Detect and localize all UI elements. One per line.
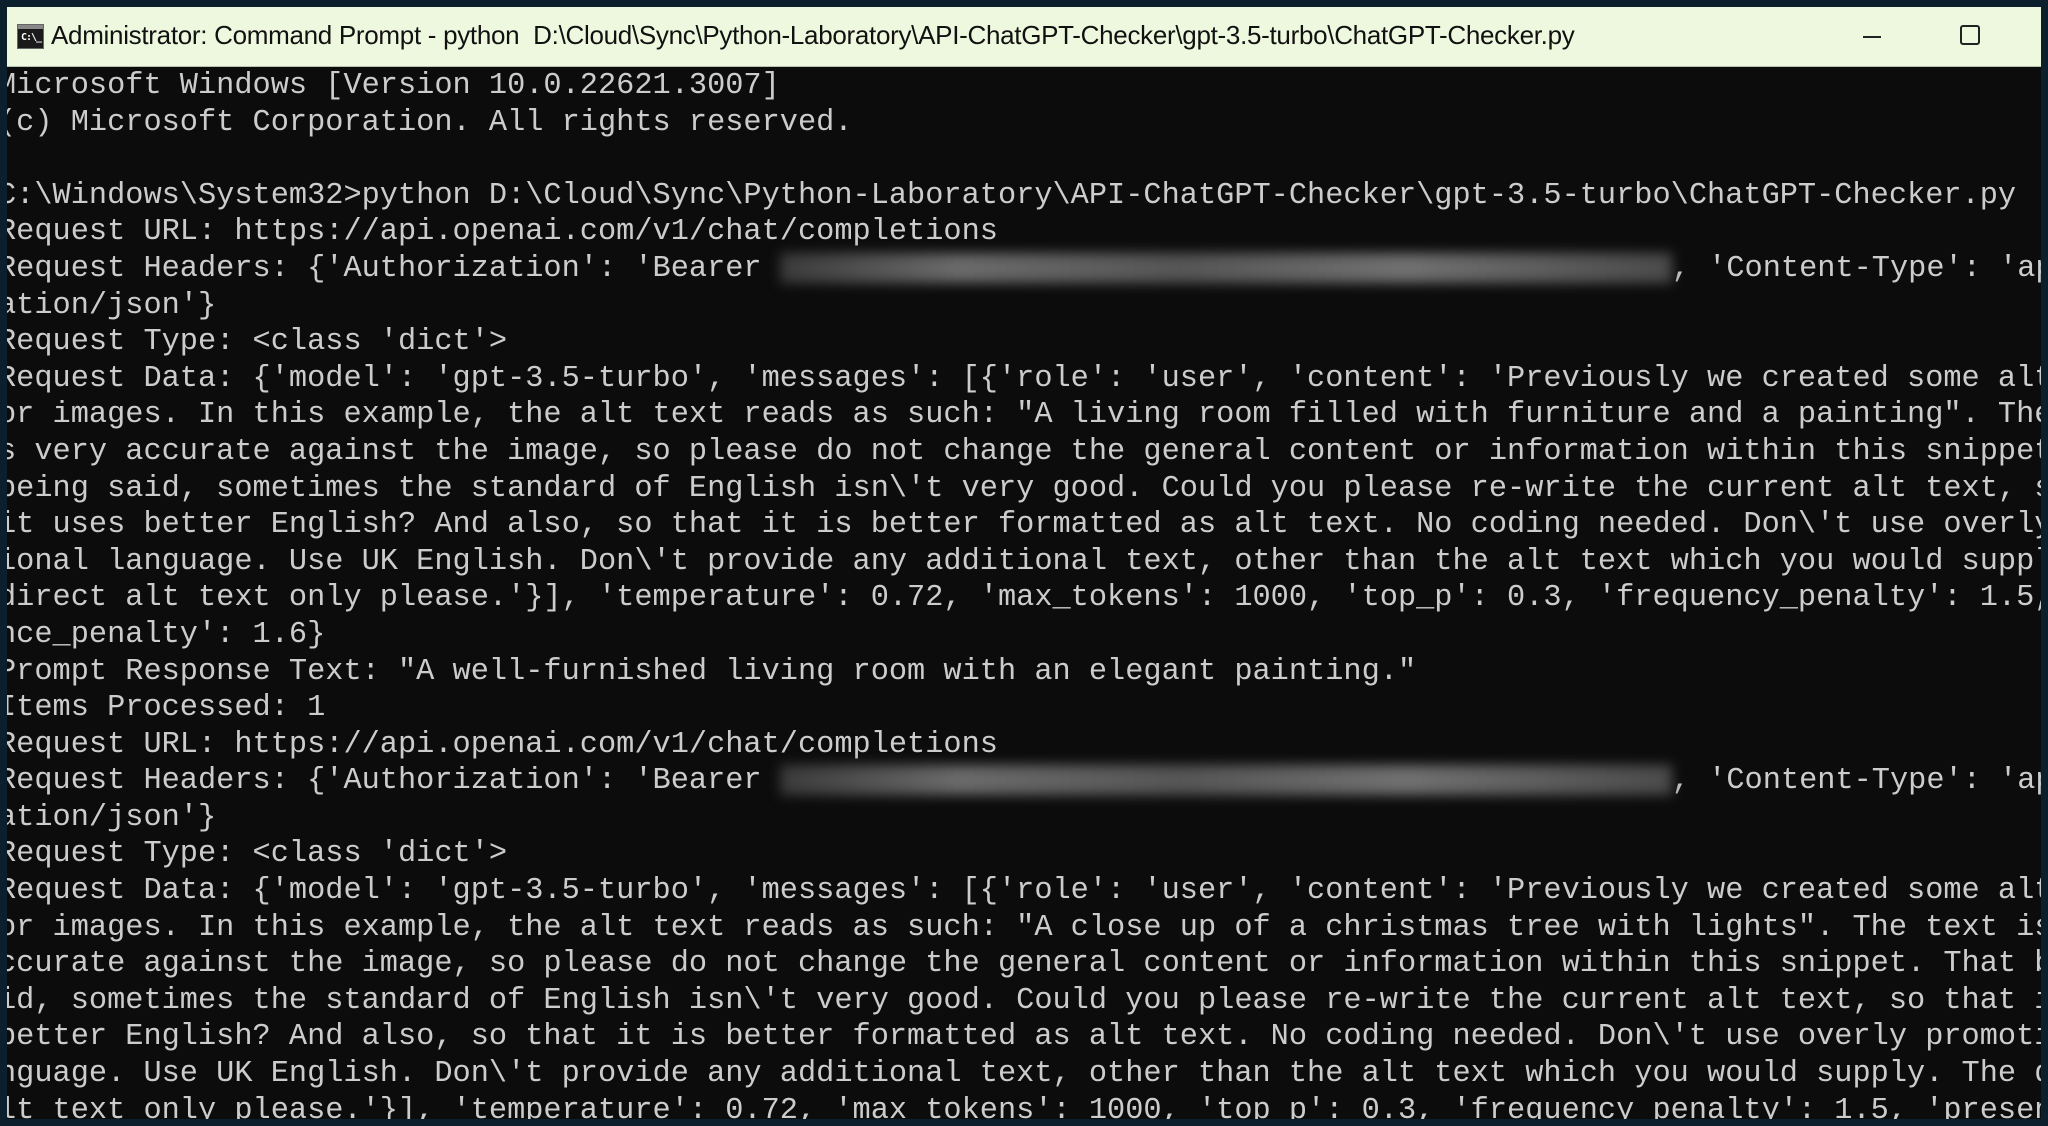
console-line-text: s very accurate against the image, so pl… (7, 434, 2041, 469)
console-line-text: lt text only please.'}], 'temperature': … (7, 1093, 2041, 1119)
console-line-text: ation/json'} (7, 288, 217, 323)
console-line: nguage. Use UK English. Don\'t provide a… (7, 1056, 2041, 1093)
console-line-text: direct alt text only please.'}], 'temper… (7, 581, 2041, 616)
command-prompt-window: C:\_ Administrator: Command Prompt - pyt… (7, 7, 2041, 1119)
console-line-text: it uses better English? And also, so tha… (7, 508, 2041, 543)
maximize-button[interactable] (1935, 7, 2015, 66)
console-line-text: nguage. Use UK English. Don\'t provide a… (7, 1057, 2041, 1092)
console-line: or images. In this example, the alt text… (7, 910, 2041, 947)
console-line: s very accurate against the image, so pl… (7, 434, 2041, 471)
console-line: Request Data: {'model': 'gpt-3.5-turbo',… (7, 873, 2041, 910)
console-line-text: Items Processed: 1 (7, 691, 326, 726)
console-line-text: Request Data: {'model': 'gpt-3.5-turbo',… (7, 874, 2041, 909)
console-line: Request Data: {'model': 'gpt-3.5-turbo',… (7, 361, 2041, 398)
console-line: it uses better English? And also, so tha… (7, 507, 2041, 544)
console-line: Request URL: https://api.openai.com/v1/c… (7, 727, 2041, 764)
console-line: ccurate against the image, so please do … (7, 946, 2041, 983)
console-line: nce_penalty': 1.6} (7, 617, 2041, 654)
console-output[interactable]: Microsoft Windows [Version 10.0.22621.30… (7, 68, 2041, 1119)
console-line: being said, sometimes the standard of En… (7, 471, 2041, 508)
console-line: Prompt Response Text: "A well-furnished … (7, 654, 2041, 691)
console-line: Request Type: <class 'dict'> (7, 324, 2041, 361)
console-line: ation/json'} (7, 800, 2041, 837)
redacted-api-key (779, 765, 1672, 796)
console-line: Request Headers: {'Authorization': 'Bear… (7, 251, 2041, 288)
title-bar[interactable]: C:\_ Administrator: Command Prompt - pyt… (7, 7, 2041, 67)
command-prompt-icon[interactable]: C:\_ (17, 24, 44, 49)
console-line: C:\Windows\System32>python D:\Cloud\Sync… (7, 178, 2041, 215)
console-line: (c) Microsoft Corporation. All rights re… (7, 105, 2041, 142)
console-line: Request Headers: {'Authorization': 'Bear… (7, 763, 2041, 800)
console-line: Request Type: <class 'dict'> (7, 836, 2041, 873)
console-line-text: Request Data: {'model': 'gpt-3.5-turbo',… (7, 361, 2041, 396)
console-line: or images. In this example, the alt text… (7, 397, 2041, 434)
console-line-text: (c) Microsoft Corporation. All rights re… (7, 105, 853, 140)
console-line: better English? And also, so that it is … (7, 1019, 2041, 1056)
console-line-text: Request URL: https://api.openai.com/v1/c… (7, 727, 998, 762)
console-line-text: id, sometimes the standard of English is… (7, 983, 2041, 1018)
console-line-text: or images. In this example, the alt text… (7, 398, 2041, 433)
console-line: Microsoft Windows [Version 10.0.22621.30… (7, 68, 2041, 105)
console-line-text: being said, sometimes the standard of En… (7, 471, 2041, 506)
console-line-text: Request Type: <class 'dict'> (7, 837, 508, 872)
console-line-text: Request URL: https://api.openai.com/v1/c… (7, 215, 998, 250)
console-line: Items Processed: 1 (7, 690, 2041, 727)
console-line: id, sometimes the standard of English is… (7, 983, 2041, 1020)
console-line-text: Request Type: <class 'dict'> (7, 325, 508, 360)
console-line: lt text only please.'}], 'temperature': … (7, 1093, 2041, 1119)
console-line-text: ation/json'} (7, 800, 217, 835)
console-line: Request URL: https://api.openai.com/v1/c… (7, 214, 2041, 251)
console-line: direct alt text only please.'}], 'temper… (7, 580, 2041, 617)
console-line-text: better English? And also, so that it is … (7, 1020, 2041, 1055)
console-line-text-after: , 'Content-Type': 'app (1671, 251, 2041, 286)
console-line-text: C:\Windows\System32>python D:\Cloud\Sync… (7, 178, 2017, 213)
console-line-text: or images. In this example, the alt text… (7, 910, 2041, 945)
minimize-button[interactable] (1837, 7, 1907, 66)
console-line: ation/json'} (7, 288, 2041, 325)
console-line-text: Microsoft Windows [Version 10.0.22621.30… (7, 69, 780, 103)
redacted-api-key (779, 252, 1672, 283)
icon-text: C:\_ (21, 32, 42, 43)
console-line-text: Prompt Response Text: "A well-furnished … (7, 654, 1417, 689)
console-line-text-after: , 'Content-Type': 'app (1671, 764, 2041, 799)
console-line: ional language. Use UK English. Don\'t p… (7, 544, 2041, 581)
console-line-text: ccurate against the image, so please do … (7, 947, 2041, 982)
console-line-text: Request Headers: {'Authorization': 'Bear… (7, 251, 780, 286)
console-line-text: Request Headers: {'Authorization': 'Bear… (7, 764, 780, 799)
console-line-text: nce_penalty': 1.6} (7, 617, 326, 652)
window-title: Administrator: Command Prompt - python D… (51, 20, 1575, 50)
console-line-text: ional language. Use UK English. Don\'t p… (7, 544, 2041, 579)
